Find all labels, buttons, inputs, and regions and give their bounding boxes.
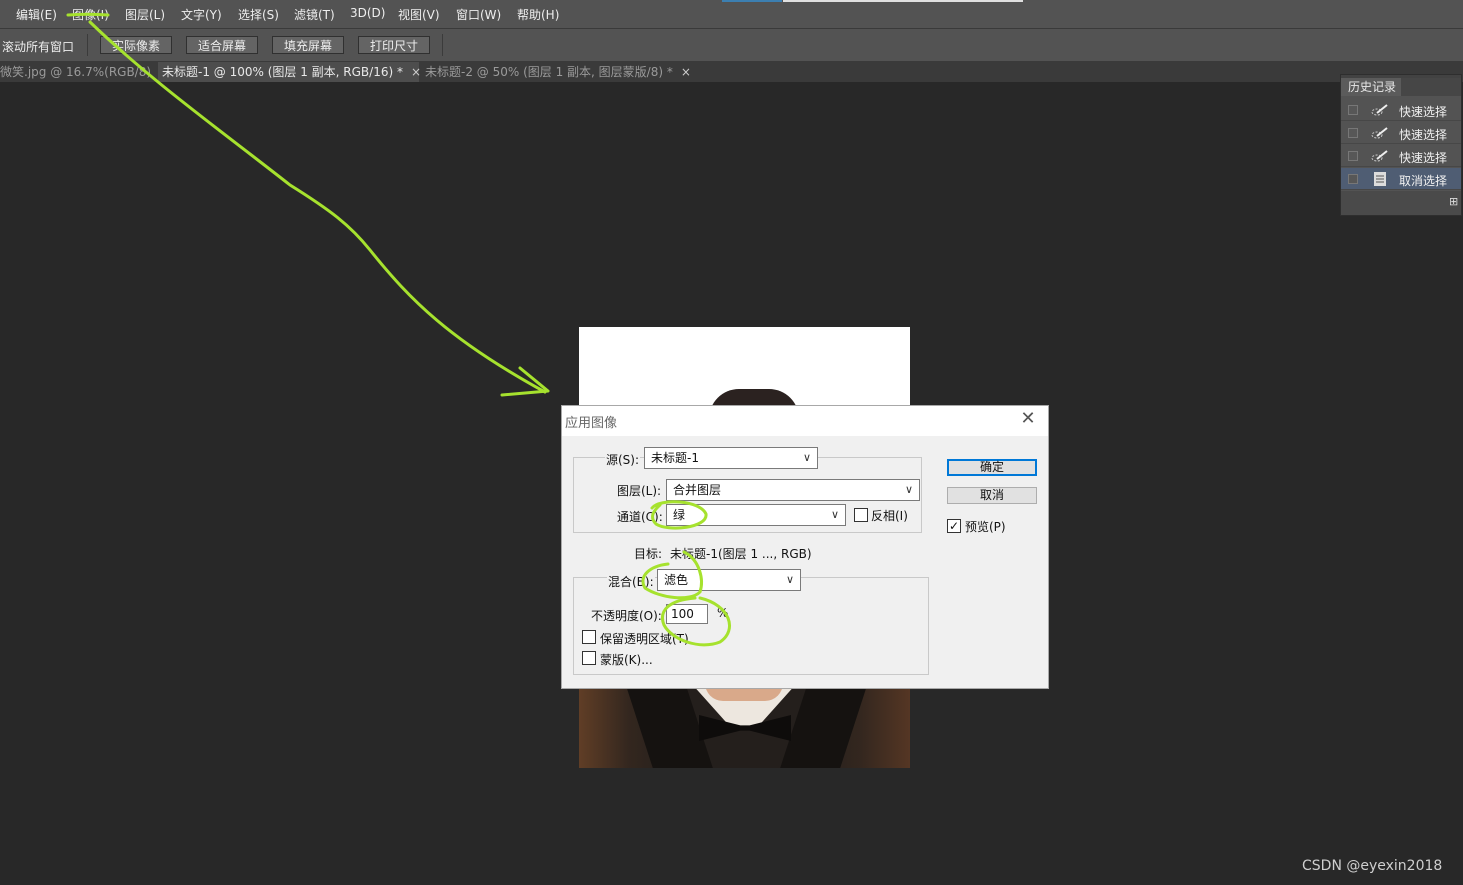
menu-type[interactable]: 文字(Y) [181, 6, 222, 23]
fit-screen-button[interactable]: 适合屏幕 [186, 36, 258, 54]
menu-edit[interactable]: 编辑(E) [16, 6, 57, 23]
source-select[interactable]: 未标题-1 ∨ [644, 447, 818, 469]
tab-untitled-2[interactable]: 未标题-2 @ 50% (图层 1 副本, 图层蒙版/8) * × [421, 62, 701, 82]
target-label: 目标: [634, 547, 663, 561]
history-snapshot-checkbox[interactable] [1348, 151, 1358, 161]
tab-label: 微笑.jpg @ 16.7%(RGB/8) [0, 65, 152, 79]
menu-view[interactable]: 视图(V) [398, 6, 440, 23]
tab-untitled-1[interactable]: 未标题-1 @ 100% (图层 1 副本, RGB/16) * × [158, 62, 421, 82]
history-panel-title[interactable]: 历史记录 [1341, 78, 1401, 96]
preserve-transparency-label: 保留透明区域(T) [600, 632, 689, 646]
menu-layer[interactable]: 图层(L) [125, 6, 165, 23]
mask-label[interactable]: 蒙版(K)... [600, 651, 653, 668]
scroll-all-windows-label[interactable]: 滚动所有窗口 [2, 38, 74, 55]
document-icon [1370, 171, 1390, 187]
blending-label: 混合(B): [607, 573, 655, 590]
channel-select-value: 绿 [673, 508, 686, 522]
opacity-label: 不透明度(O): [591, 609, 662, 623]
dialog-titlebar[interactable]: 应用图像 ✕ [562, 406, 1048, 436]
tab-label: 未标题-2 @ 50% (图层 1 副本, 图层蒙版/8) * [425, 65, 673, 79]
preserve-transparency-checkbox[interactable] [582, 630, 596, 644]
tab-smile-jpg[interactable]: 微笑.jpg @ 16.7%(RGB/8)× [0, 62, 169, 82]
history-snapshot-checkbox[interactable] [1348, 174, 1358, 184]
portrait-suit [579, 683, 910, 768]
menu-filter[interactable]: 滤镜(T) [294, 6, 335, 23]
history-item[interactable]: 快速选择 [1341, 122, 1461, 144]
history-item-label: 快速选择 [1399, 151, 1448, 165]
chevron-down-icon: ∨ [785, 573, 794, 586]
fill-screen-button[interactable]: 填充屏幕 [272, 36, 344, 54]
menu-help[interactable]: 帮助(H) [517, 6, 559, 23]
opacity-input[interactable]: 100 [666, 604, 708, 624]
preview-checkbox[interactable]: ✓ [947, 519, 961, 533]
menu-select[interactable]: 选择(S) [238, 6, 279, 23]
source-label: 源(S): [605, 451, 641, 468]
blending-select[interactable]: 滤色 ∨ [657, 569, 801, 591]
invert-checkbox[interactable] [854, 508, 868, 522]
document-tab-bar: 微笑.jpg @ 16.7%(RGB/8)× 未标题-1 @ 100% (图层 … [0, 62, 1463, 82]
menu-window[interactable]: 窗口(W) [456, 6, 501, 23]
chevron-down-icon: ∨ [904, 483, 913, 496]
history-item[interactable]: 快速选择 [1341, 145, 1461, 167]
quick-select-brush-icon [1370, 125, 1390, 141]
quick-select-brush-icon [1370, 102, 1390, 118]
history-item[interactable]: 快速选择 [1341, 99, 1461, 121]
close-icon[interactable]: ✕ [1018, 409, 1038, 429]
quick-select-brush-icon [1370, 148, 1390, 164]
window-accent [722, 0, 782, 2]
history-snapshot-checkbox[interactable] [1348, 105, 1358, 115]
channel-label: 通道(C): [617, 510, 663, 524]
menu-3d[interactable]: 3D(D) [350, 6, 385, 20]
channel-select[interactable]: 绿 ∨ [666, 504, 846, 526]
tab-label: 未标题-1 @ 100% (图层 1 副本, RGB/16) * [162, 65, 403, 79]
preview-label: 预览(P) [965, 520, 1006, 534]
print-size-button[interactable]: 打印尺寸 [358, 36, 430, 54]
watermark: CSDN @eyexin2018 [1302, 858, 1443, 874]
window-accent-light [783, 0, 1023, 2]
ok-button[interactable]: 确定 [947, 459, 1037, 476]
cancel-button[interactable]: 取消 [947, 487, 1037, 504]
actual-pixels-button[interactable]: 实际像素 [100, 36, 172, 54]
dialog-title: 应用图像 [565, 416, 618, 431]
options-separator [442, 34, 443, 56]
apply-image-dialog: 应用图像 ✕ 源(S): 未标题-1 ∨ 图层(L): 合并图层 ∨ 通道(C): … [561, 405, 1049, 689]
menu-bar: 编辑(E) 图像(I) 图层(L) 文字(Y) 选择(S) 滤镜(T) 3D(D… [0, 0, 1463, 29]
history-item-selected[interactable]: 取消选择 [1341, 168, 1461, 190]
mask-checkbox[interactable] [582, 651, 596, 665]
chevron-down-icon: ∨ [830, 508, 839, 521]
options-bar: 滚动所有窗口 实际像素 适合屏幕 填充屏幕 打印尺寸 [0, 29, 1463, 62]
layer-label: 图层(L): [617, 484, 662, 498]
history-item-label: 快速选择 [1399, 128, 1448, 142]
source-select-value: 未标题-1 [651, 451, 699, 465]
tab-close-icon[interactable]: × [411, 65, 421, 79]
history-panel-footer: ⊞ [1341, 191, 1461, 215]
menu-image[interactable]: 图像(I) [72, 6, 109, 23]
arrowhead-annotation [500, 366, 550, 397]
opacity-unit: % [717, 606, 729, 620]
history-panel: 历史记录 快速选择 快速选择 快速选择 取消选择 ⊞ [1340, 74, 1462, 216]
new-document-icon[interactable]: ⊞ [1449, 195, 1458, 208]
layer-select[interactable]: 合并图层 ∨ [666, 479, 920, 501]
layer-select-value: 合并图层 [673, 483, 722, 497]
history-snapshot-checkbox[interactable] [1348, 128, 1358, 138]
history-item-label: 快速选择 [1399, 105, 1448, 119]
chevron-down-icon: ∨ [802, 451, 811, 464]
options-separator [87, 34, 88, 56]
target-value: 未标题-1(图层 1 ..., RGB) [670, 547, 812, 561]
tab-close-icon[interactable]: × [681, 65, 691, 79]
blending-select-value: 滤色 [664, 573, 689, 587]
history-item-label: 取消选择 [1399, 174, 1448, 188]
invert-label: 反相(I) [871, 509, 908, 523]
